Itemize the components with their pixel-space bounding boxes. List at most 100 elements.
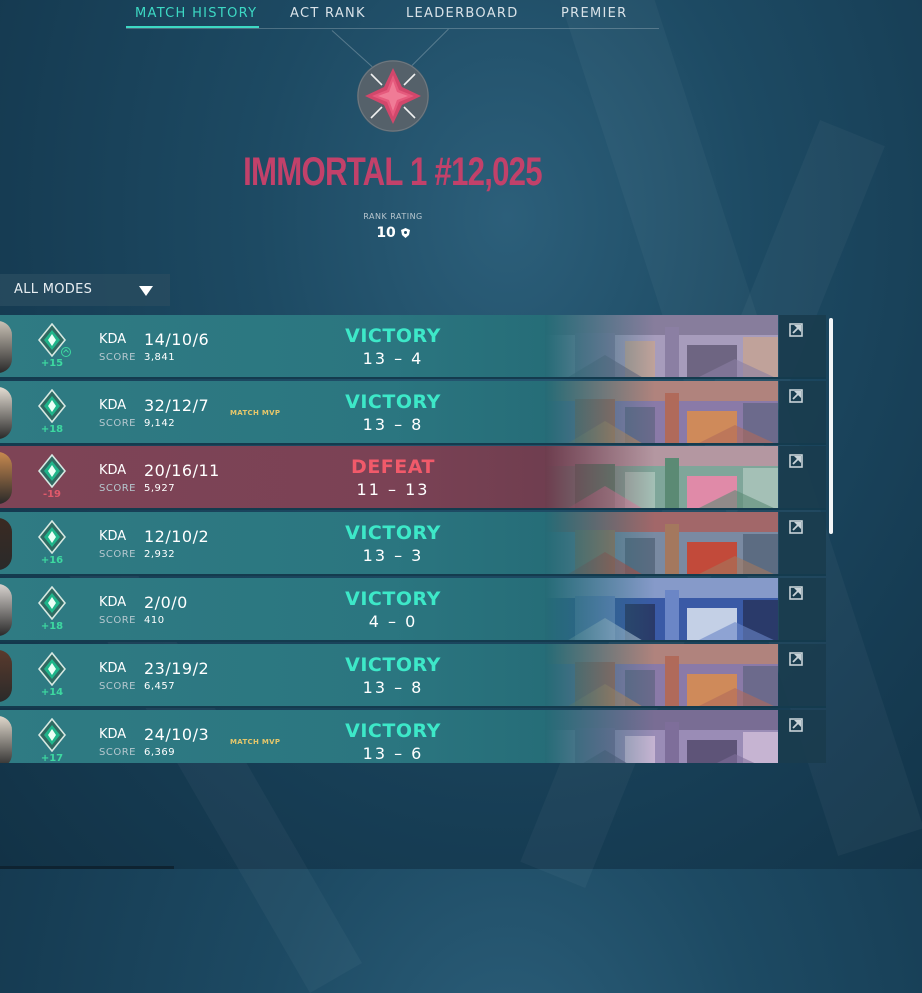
score-label: SCORE xyxy=(99,483,136,494)
agent-portrait xyxy=(0,321,12,373)
chevron-down-icon xyxy=(139,286,153,296)
agent-portrait xyxy=(0,584,12,636)
match-details-button[interactable] xyxy=(779,381,826,445)
rank-title: IMMORTAL 1 #12,025 xyxy=(243,150,542,194)
map-fade xyxy=(545,644,655,708)
row-separator xyxy=(0,640,826,642)
rank-badge-icon xyxy=(38,389,66,423)
match-row[interactable]: +17 KDA 24/10/3 SCORE 6,369 MATCH MVP VI… xyxy=(0,710,826,763)
rank-badge-icon xyxy=(38,520,66,554)
match-result: VICTORY xyxy=(345,720,441,742)
kda-label: KDA xyxy=(99,595,127,610)
match-list: +15 KDA 14/10/6 SCORE 3,841 VICTORY 13 –… xyxy=(0,315,826,763)
kda-value: 12/10/2 xyxy=(144,527,210,546)
score-value: 5,927 xyxy=(144,483,176,494)
kda-value: 23/19/2 xyxy=(144,659,210,678)
rr-change: +16 xyxy=(40,555,64,566)
rr-change: +17 xyxy=(40,753,64,763)
kda-label: KDA xyxy=(99,332,127,347)
expand-icon xyxy=(789,652,803,666)
tab-bar: MATCH HISTORY ACT RANK LEADERBOARD PREMI… xyxy=(126,0,659,29)
match-details-button[interactable] xyxy=(779,446,826,510)
rank-badge-icon xyxy=(38,454,66,488)
score-value: 410 xyxy=(144,615,165,626)
expand-icon xyxy=(789,323,803,337)
match-result: VICTORY xyxy=(345,325,441,347)
round-score: 13 – 6 xyxy=(362,744,424,763)
match-details-button[interactable] xyxy=(779,710,826,763)
match-result: VICTORY xyxy=(345,588,441,610)
kda-label: KDA xyxy=(99,398,127,413)
match-row-body: +14 KDA 23/19/2 SCORE 6,457 VICTORY 13 –… xyxy=(0,644,778,708)
kda-label: KDA xyxy=(99,463,127,478)
match-details-button[interactable] xyxy=(779,578,826,642)
map-fade xyxy=(545,381,655,445)
expand-icon xyxy=(789,586,803,600)
rank-badge-icon xyxy=(38,718,66,752)
score-label: SCORE xyxy=(99,681,136,692)
score-value: 6,457 xyxy=(144,681,176,692)
match-row[interactable]: +18 KDA 2/0/0 SCORE 410 VICTORY 4 – 0 xyxy=(0,578,826,642)
rr-change: +14 xyxy=(40,687,64,698)
match-details-button[interactable] xyxy=(779,315,826,379)
tab-premier[interactable]: PREMIER xyxy=(561,6,627,21)
match-details-button[interactable] xyxy=(779,512,826,576)
immortal-rank-icon xyxy=(357,60,429,132)
rank-up-icon xyxy=(61,347,71,357)
rr-change: -19 xyxy=(42,489,62,500)
match-result: VICTORY xyxy=(345,391,441,413)
match-row-body: -19 KDA 20/16/11 SCORE 5,927 DEFEAT 11 –… xyxy=(0,446,778,510)
score-value: 2,932 xyxy=(144,549,176,560)
expand-icon xyxy=(789,718,803,732)
kda-value: 14/10/6 xyxy=(144,330,210,349)
score-label: SCORE xyxy=(99,549,136,560)
agent-portrait xyxy=(0,452,12,504)
score-value: 3,841 xyxy=(144,352,176,363)
map-fade xyxy=(545,710,655,763)
rr-change: +18 xyxy=(40,621,64,632)
scrollbar[interactable] xyxy=(829,318,833,534)
row-separator xyxy=(0,443,826,445)
rank-badge-icon xyxy=(38,652,66,686)
kda-value: 32/12/7 xyxy=(144,396,210,415)
round-score: 13 – 8 xyxy=(362,678,424,697)
match-row[interactable]: +18 KDA 32/12/7 SCORE 9,142 MATCH MVP VI… xyxy=(0,381,826,445)
agent-portrait xyxy=(0,387,12,439)
map-fade xyxy=(545,315,655,379)
match-row[interactable]: +15 KDA 14/10/6 SCORE 3,841 VICTORY 13 –… xyxy=(0,315,826,379)
match-row[interactable]: +14 KDA 23/19/2 SCORE 6,457 VICTORY 13 –… xyxy=(0,644,826,708)
rank-rating-label: RANK RATING xyxy=(363,212,423,221)
match-result: VICTORY xyxy=(345,654,441,676)
score-label: SCORE xyxy=(99,352,136,363)
match-result: DEFEAT xyxy=(351,456,435,478)
expand-icon xyxy=(789,520,803,534)
match-result: VICTORY xyxy=(345,522,441,544)
mode-filter-label: ALL MODES xyxy=(14,282,93,297)
kda-value: 2/0/0 xyxy=(144,593,188,612)
round-score: 4 – 0 xyxy=(368,612,418,631)
mode-filter-dropdown[interactable]: ALL MODES xyxy=(0,274,170,306)
rank-badge-icon xyxy=(38,586,66,620)
expand-icon xyxy=(789,389,803,403)
match-row-body: +17 KDA 24/10/3 SCORE 6,369 MATCH MVP VI… xyxy=(0,710,778,763)
score-value: 6,369 xyxy=(144,747,176,758)
map-fade xyxy=(545,578,655,642)
agent-portrait xyxy=(0,716,12,763)
match-row[interactable]: -19 KDA 20/16/11 SCORE 5,927 DEFEAT 11 –… xyxy=(0,446,826,510)
row-separator xyxy=(0,508,826,510)
round-score: 13 – 8 xyxy=(362,415,424,434)
match-row[interactable]: +16 KDA 12/10/2 SCORE 2,932 VICTORY 13 –… xyxy=(0,512,826,576)
match-mvp-badge: MATCH MVP xyxy=(230,738,281,746)
map-fade xyxy=(545,512,655,576)
match-mvp-badge: MATCH MVP xyxy=(230,409,281,417)
tab-leaderboard[interactable]: LEADERBOARD xyxy=(406,6,519,21)
row-separator xyxy=(0,377,826,379)
tab-act-rank[interactable]: ACT RANK xyxy=(290,6,366,21)
kda-label: KDA xyxy=(99,529,127,544)
match-row-body: +18 KDA 32/12/7 SCORE 9,142 MATCH MVP VI… xyxy=(0,381,778,445)
match-details-button[interactable] xyxy=(779,644,826,708)
score-label: SCORE xyxy=(99,418,136,429)
kda-label: KDA xyxy=(99,661,127,676)
agent-portrait xyxy=(0,518,12,570)
tab-match-history[interactable]: MATCH HISTORY xyxy=(135,6,257,21)
